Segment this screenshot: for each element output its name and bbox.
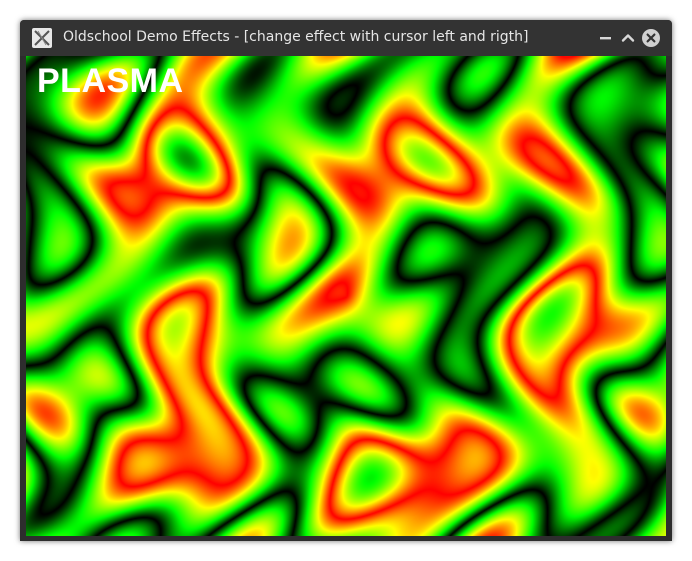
demo-viewport[interactable]: PLASMA bbox=[26, 56, 666, 536]
titlebar[interactable]: Oldschool Demo Effects - [change effect … bbox=[20, 20, 672, 56]
effect-name-label: PLASMA bbox=[37, 62, 184, 100]
maximize-button[interactable] bbox=[619, 29, 637, 47]
chevron-up-icon bbox=[621, 34, 635, 42]
plasma-canvas[interactable] bbox=[26, 56, 666, 536]
window-title: Oldschool Demo Effects - [change effect … bbox=[63, 29, 529, 45]
app-window: Oldschool Demo Effects - [change effect … bbox=[20, 20, 672, 541]
minimize-icon bbox=[600, 37, 611, 40]
app-icon bbox=[32, 28, 52, 48]
close-button[interactable] bbox=[642, 29, 660, 47]
minimize-button[interactable] bbox=[597, 29, 615, 47]
close-icon bbox=[642, 29, 660, 47]
